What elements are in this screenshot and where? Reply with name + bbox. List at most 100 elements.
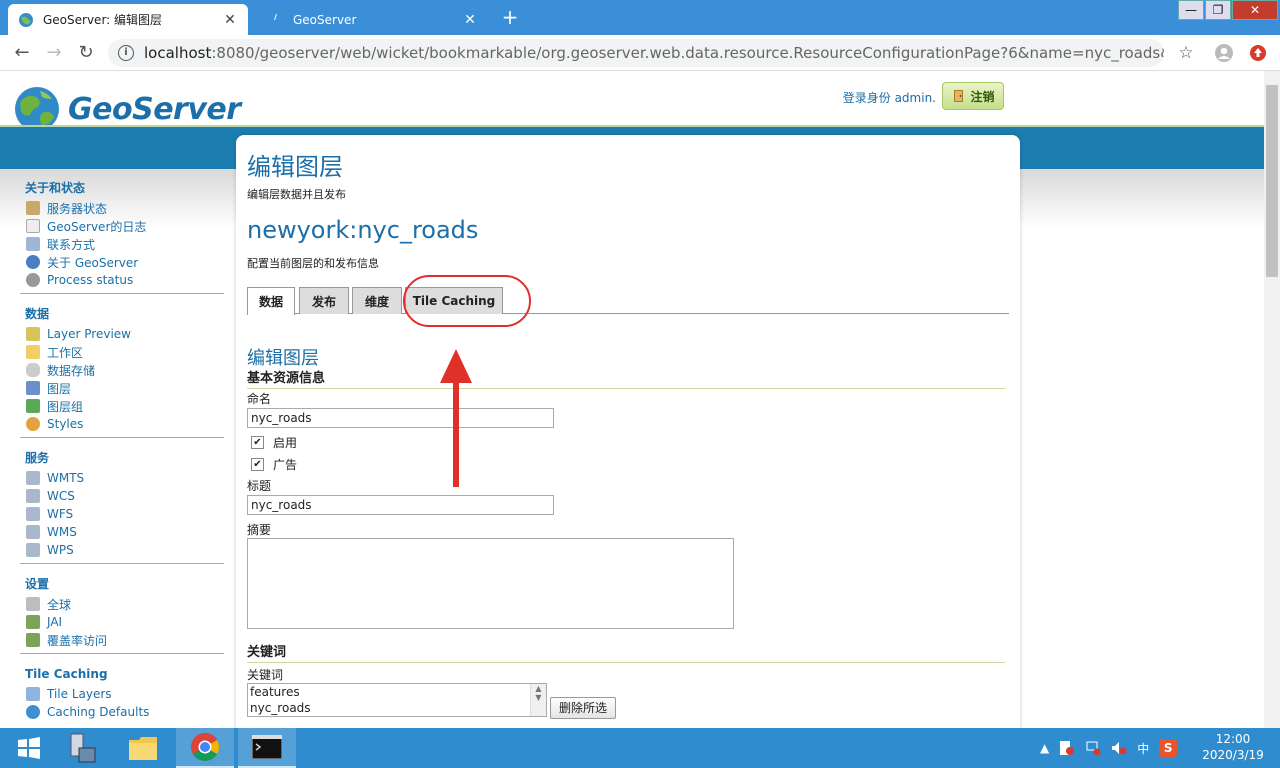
sidebar-item-wps[interactable]: WPS bbox=[20, 541, 224, 559]
url-path: :8080/geoserver/web/wicket/bookmarkable/… bbox=[211, 44, 1164, 62]
start-button[interactable] bbox=[0, 728, 58, 768]
folder-icon bbox=[129, 737, 157, 760]
taskbar-server-manager[interactable] bbox=[52, 728, 110, 768]
geoserver-favicon-icon bbox=[19, 12, 33, 27]
geoserver-favicon-icon bbox=[274, 13, 277, 20]
geoserver-header: GeoServer 登录身份 admin. 注销 bbox=[0, 71, 1264, 131]
tab-close-icon[interactable]: ✕ bbox=[222, 12, 238, 28]
keyword-item[interactable]: features bbox=[248, 684, 546, 700]
abstract-label: 摘要 bbox=[247, 523, 272, 537]
abstract-textarea[interactable] bbox=[247, 538, 734, 629]
sidebar-item-wfs[interactable]: WFS bbox=[20, 505, 224, 523]
sidebar-item-tile-layers[interactable]: Tile Layers bbox=[20, 685, 224, 703]
title-field[interactable]: nyc_roads bbox=[247, 495, 554, 515]
sidebar-item-label: 工作区 bbox=[47, 345, 84, 360]
chrome-icon bbox=[191, 733, 219, 761]
browser-tab-active[interactable]: GeoServer: 编辑图层 ✕ bbox=[8, 4, 248, 35]
sidebar-item-styles[interactable]: Styles bbox=[20, 415, 224, 433]
volume-muted-icon[interactable] bbox=[1111, 740, 1127, 756]
sidebar-item-process-status[interactable]: Process status bbox=[20, 271, 224, 289]
sidebar-item-wmts[interactable]: WMTS bbox=[20, 469, 224, 487]
sidebar-item-datastore[interactable]: 数据存储 bbox=[20, 361, 224, 379]
network-icon[interactable] bbox=[1085, 740, 1101, 756]
name-field[interactable]: nyc_roads bbox=[247, 408, 554, 428]
tab-close-icon[interactable]: ✕ bbox=[462, 12, 478, 28]
advertised-checkbox[interactable]: ✔ 广告 bbox=[251, 456, 297, 473]
address-bar[interactable]: i localhost:8080/geoserver/web/wicket/bo… bbox=[108, 39, 1164, 67]
minimize-button[interactable]: — bbox=[1178, 0, 1204, 20]
command-prompt-icon bbox=[252, 735, 282, 759]
sidebar-item-workspace[interactable]: 工作区 bbox=[20, 343, 224, 361]
tray-expand-icon[interactable]: ▲ bbox=[1040, 741, 1049, 755]
forward-arrow-icon[interactable]: → bbox=[42, 41, 66, 65]
page-description: 编辑层数据并且发布 bbox=[247, 188, 346, 201]
jai-icon bbox=[26, 615, 40, 629]
sidebar-item-label: 联系方式 bbox=[47, 237, 96, 252]
tab-dimensions[interactable]: 维度 bbox=[352, 287, 402, 314]
sidebar-item-coverage-access[interactable]: 覆盖率访问 bbox=[20, 631, 224, 649]
back-arrow-icon[interactable]: ← bbox=[10, 41, 34, 65]
taskbar-cmd[interactable] bbox=[238, 728, 296, 768]
browser-tab-inactive[interactable]: GeoServer ✕ bbox=[258, 4, 488, 35]
wmts-icon bbox=[26, 471, 40, 485]
browser-toolbar: ← → ↻ i localhost:8080/geoserver/web/wic… bbox=[0, 35, 1280, 71]
restore-button[interactable]: ❐ bbox=[1205, 0, 1231, 20]
layer-description: 配置当前图层的和发布信息 bbox=[247, 257, 379, 270]
update-icon[interactable] bbox=[1246, 41, 1270, 65]
sidebar-section-title: 数据 bbox=[25, 307, 50, 321]
windows-logo-icon bbox=[18, 737, 40, 759]
sidebar-section-title: Tile Caching bbox=[25, 667, 108, 681]
sidebar-item-label: WMTS bbox=[47, 471, 85, 485]
sidebar-item-server-status[interactable]: 服务器状态 bbox=[20, 199, 224, 217]
info-icon[interactable]: i bbox=[118, 45, 134, 61]
sidebar-item-layer-preview[interactable]: Layer Preview bbox=[20, 325, 224, 343]
window-close-button[interactable]: ✕ bbox=[1232, 0, 1278, 20]
sidebar-item-global[interactable]: 全球 bbox=[20, 595, 224, 613]
page-scrollbar[interactable] bbox=[1264, 71, 1280, 728]
reload-icon[interactable]: ↻ bbox=[74, 41, 98, 65]
logout-button[interactable]: 注销 bbox=[942, 82, 1004, 110]
tab-title: GeoServer: 编辑图层 bbox=[43, 13, 163, 27]
sogou-ime-icon[interactable]: S bbox=[1159, 739, 1178, 757]
ime-indicator[interactable]: 中 bbox=[1137, 740, 1149, 757]
sidebar-item-label: 图层组 bbox=[47, 399, 84, 414]
keyword-item[interactable]: nyc_roads bbox=[248, 700, 546, 716]
sidebar-item-label: GeoServer的日志 bbox=[47, 219, 147, 234]
log-icon bbox=[26, 219, 40, 233]
scrollbar-thumb[interactable] bbox=[1266, 85, 1278, 277]
taskbar-clock[interactable]: 12:00 2020/3/19 bbox=[1196, 731, 1270, 763]
sidebar-item-layers[interactable]: 图层 bbox=[20, 379, 224, 397]
sidebar-item-contact[interactable]: 联系方式 bbox=[20, 235, 224, 253]
tab-title: GeoServer bbox=[293, 12, 357, 27]
enabled-checkbox[interactable]: ✔ 启用 bbox=[251, 434, 297, 451]
profile-avatar-icon[interactable] bbox=[1212, 41, 1236, 65]
remove-selected-button[interactable]: 删除所选 bbox=[550, 697, 617, 719]
new-tab-button[interactable]: + bbox=[498, 6, 522, 30]
layer-tabs: 数据 发布 维度 Tile Caching bbox=[247, 287, 1009, 315]
sidebar-item-label: 全球 bbox=[47, 597, 72, 612]
tab-publishing[interactable]: 发布 bbox=[299, 287, 349, 314]
sidebar-section-settings: 设置 全球 JAI 覆盖率访问 bbox=[20, 573, 224, 654]
sidebar-item-layer-group[interactable]: 图层组 bbox=[20, 397, 224, 415]
sidebar-item-log[interactable]: GeoServer的日志 bbox=[20, 217, 224, 235]
listbox-scrollbar[interactable]: ▲ ▼ bbox=[530, 684, 546, 716]
sidebar-item-jai[interactable]: JAI bbox=[20, 613, 224, 631]
browser-tab-bar: GeoServer: 编辑图层 ✕ GeoServer ✕ + — ❐ ✕ bbox=[0, 0, 1280, 35]
name-label: 命名 bbox=[247, 392, 272, 406]
tab-data[interactable]: 数据 bbox=[247, 287, 295, 315]
styles-icon bbox=[26, 417, 40, 431]
sidebar-item-caching-defaults[interactable]: Caching Defaults bbox=[20, 703, 224, 721]
tray-flag-icon[interactable] bbox=[1059, 740, 1075, 756]
sidebar-item-wcs[interactable]: WCS bbox=[20, 487, 224, 505]
sidebar-item-label: Process status bbox=[47, 273, 134, 287]
sidebar-item-label: JAI bbox=[47, 615, 63, 629]
bookmark-star-icon[interactable]: ☆ bbox=[1174, 41, 1198, 65]
wps-icon bbox=[26, 543, 40, 557]
taskbar-chrome[interactable] bbox=[176, 728, 234, 768]
checkbox-checked-icon: ✔ bbox=[251, 458, 264, 471]
taskbar-file-explorer[interactable] bbox=[114, 728, 172, 768]
sidebar-item-wms[interactable]: WMS bbox=[20, 523, 224, 541]
sidebar-item-about[interactable]: 关于 GeoServer bbox=[20, 253, 224, 271]
checkbox-checked-icon: ✔ bbox=[251, 436, 264, 449]
keywords-listbox[interactable]: features nyc_roads ▲ ▼ bbox=[247, 683, 547, 717]
